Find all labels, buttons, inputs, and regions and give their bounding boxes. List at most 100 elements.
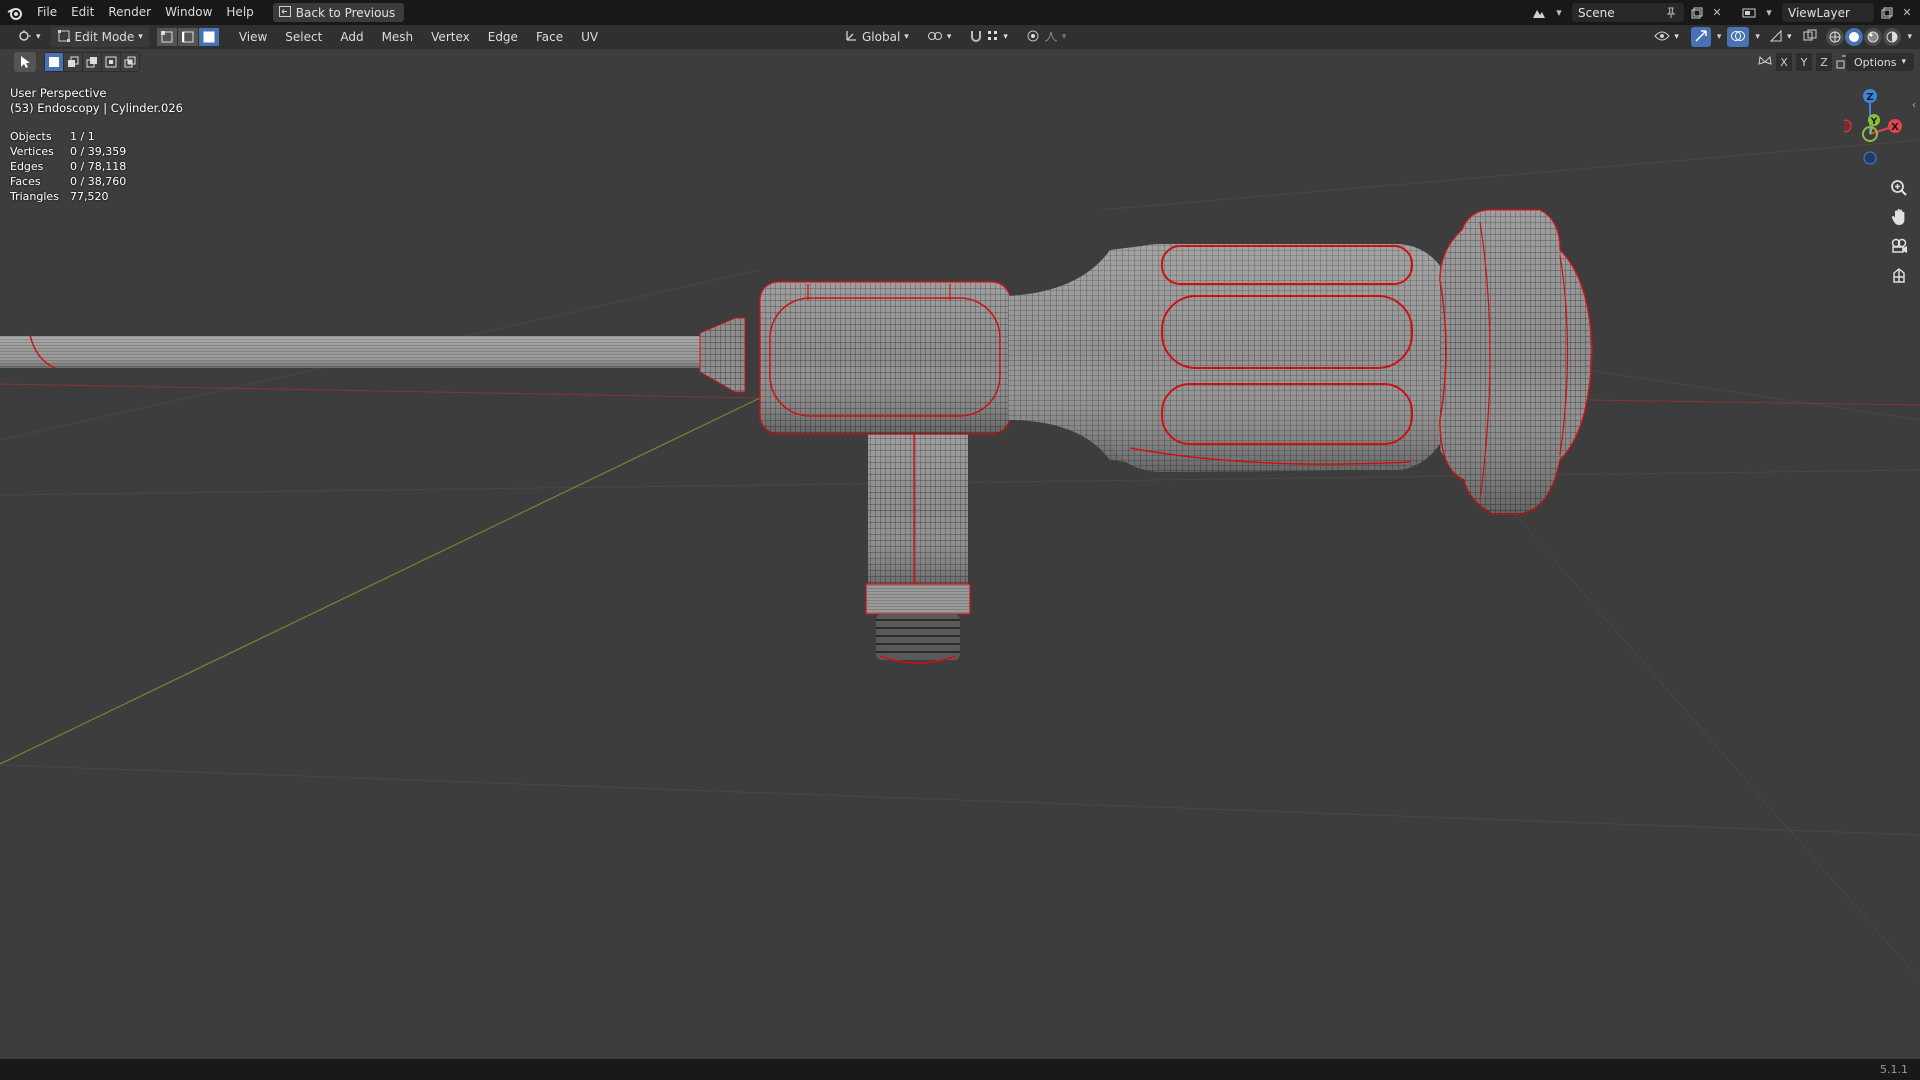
back-screen-icon	[278, 5, 291, 20]
camera-view-icon[interactable]	[1887, 234, 1911, 258]
snap-grid-icon	[987, 30, 999, 45]
gizmo-z-label: Z	[1866, 92, 1873, 103]
mode-dropdown[interactable]: Edit Mode ▾	[50, 27, 149, 47]
chevron-down-icon: ▾	[1674, 32, 1679, 42]
endoscope-port	[865, 430, 971, 664]
menu-edit[interactable]: Edit	[64, 0, 101, 25]
chevron-down-icon[interactable]: ▾	[1552, 6, 1566, 20]
endoscope-shaft	[0, 317, 746, 393]
chevron-down-icon: ▾	[946, 32, 952, 42]
close-icon[interactable]: ✕	[1900, 6, 1914, 20]
falloff-curve-icon	[1044, 30, 1058, 45]
endoscope-eyepiece	[1439, 209, 1593, 515]
chevron-down-icon: ▾	[1003, 32, 1008, 42]
face-select-icon[interactable]	[198, 28, 219, 46]
status-bar: 5.1.1	[0, 1059, 1920, 1080]
menu-help[interactable]: Help	[219, 0, 260, 25]
menu-view[interactable]: View	[230, 30, 276, 44]
snap-toggle[interactable]: ▾	[963, 27, 1014, 47]
transform-orientation-dropdown[interactable]: Global ▾	[838, 27, 915, 47]
orientation-label: Global	[862, 30, 901, 44]
menu-face[interactable]: Face	[527, 30, 572, 44]
pivot-point-dropdown[interactable]: ▾	[921, 27, 958, 47]
gizmo-x-label: X	[1891, 122, 1899, 133]
zoom-icon[interactable]	[1887, 176, 1911, 200]
shading-modes	[1826, 28, 1902, 46]
gizmo-neg-x-axis[interactable]	[1844, 119, 1852, 133]
xray-toggle[interactable]	[1800, 27, 1820, 47]
viewport-text-overlay: User Perspective (53) Endoscopy | Cylind…	[10, 86, 183, 203]
chevron-down-icon[interactable]: ▾	[1762, 6, 1776, 20]
eye-icon	[1654, 30, 1671, 45]
vertex-select-icon[interactable]	[156, 28, 177, 46]
menu-uv[interactable]: UV	[572, 30, 607, 44]
chevron-down-icon[interactable]: ▾	[1755, 32, 1760, 42]
active-object-label: (53) Endoscopy | Cylinder.026	[10, 101, 183, 115]
ortho-grid-icon[interactable]	[1887, 264, 1911, 288]
3d-viewport[interactable]	[0, 49, 1920, 1059]
chevron-down-icon: ▾	[904, 32, 909, 42]
viewport-right-tools: ▾ ▾ ▾ ▾ ▾	[1648, 27, 1912, 47]
mesh-statistics: Objects 1 / 1 Vertices 0 / 39,359 Edges …	[10, 130, 183, 203]
gizmo-arrow-icon	[1694, 29, 1708, 46]
chevron-down-icon[interactable]: ▾	[1907, 32, 1912, 42]
overlay-circles-icon	[1730, 29, 1746, 46]
view-layer-selector[interactable]: ViewLayer	[1782, 3, 1874, 22]
topbar-right: ▾ Scene ✕ ▾ ViewLayer ✕	[1532, 0, 1914, 25]
menu-vertex[interactable]: Vertex	[422, 30, 479, 44]
gizmo-y-label: Y	[1870, 117, 1878, 127]
view-layer-icon[interactable]	[1742, 6, 1756, 20]
back-to-previous-button[interactable]: Back to Previous	[272, 3, 405, 22]
solid-shading-icon[interactable]	[1845, 28, 1864, 46]
chevron-down-icon: ▾	[1061, 32, 1067, 42]
editor-type-dropdown[interactable]: ▾	[10, 27, 47, 47]
chevron-down-icon[interactable]: ▾	[1717, 32, 1722, 42]
stat-value: 1 / 1	[70, 130, 95, 143]
mesh-overlay-icon	[1769, 29, 1783, 46]
pan-hand-icon[interactable]	[1887, 205, 1911, 229]
menu-window[interactable]: Window	[158, 0, 219, 25]
magnet-icon	[969, 29, 983, 46]
new-view-layer-icon[interactable]	[1880, 6, 1894, 20]
wireframe-shading-icon[interactable]	[1826, 28, 1845, 46]
blender-logo-icon[interactable]	[0, 0, 30, 25]
menu-render[interactable]: Render	[101, 0, 158, 25]
top-bar: File Edit Render Window Help Back to Pre…	[0, 0, 1920, 25]
stat-value: 0 / 38,760	[70, 175, 127, 188]
overlays-toggle[interactable]	[1727, 27, 1750, 47]
chevron-down-icon: ▾	[1786, 32, 1792, 42]
menu-edge[interactable]: Edge	[479, 30, 527, 44]
sidebar-toggle-icon[interactable]: ‹	[1912, 100, 1920, 116]
stat-label: Edges	[10, 160, 44, 173]
close-icon[interactable]: ✕	[1710, 6, 1724, 20]
new-scene-icon[interactable]	[1690, 6, 1704, 20]
mesh-edit-overlays-toggle[interactable]: ▾	[1766, 27, 1795, 47]
menu-file[interactable]: File	[30, 0, 64, 25]
visibility-dropdown[interactable]: ▾	[1648, 27, 1685, 47]
view-layer-name: ViewLayer	[1788, 5, 1850, 20]
edit-mode-icon	[57, 29, 71, 46]
gizmo-toggle[interactable]	[1690, 27, 1711, 47]
stat-value: 77,520	[70, 190, 109, 203]
select-mode-toggle	[156, 28, 220, 46]
navigation-gizmo[interactable]: Z X Y	[1844, 86, 1904, 166]
scene-icon[interactable]	[1532, 6, 1546, 20]
rendered-shading-icon[interactable]	[1883, 28, 1902, 46]
stat-label: Objects	[10, 130, 52, 143]
menu-select[interactable]: Select	[276, 30, 331, 44]
stat-label: Vertices	[10, 145, 54, 158]
scene-name: Scene	[1578, 5, 1615, 20]
pin-icon[interactable]	[1664, 6, 1678, 20]
orientation-axes-icon	[844, 29, 858, 46]
gizmo-neg-z-axis[interactable]	[1863, 151, 1877, 165]
scene-selector[interactable]: Scene	[1572, 3, 1684, 22]
proportional-editing-toggle[interactable]: ▾	[1020, 27, 1073, 47]
menu-mesh[interactable]: Mesh	[373, 30, 423, 44]
edge-select-icon[interactable]	[177, 28, 198, 46]
material-shading-icon[interactable]	[1864, 28, 1883, 46]
stat-label: Triangles	[10, 190, 59, 203]
endoscope-handle	[1110, 244, 1460, 472]
proportional-icon	[1026, 29, 1040, 46]
mode-label: Edit Mode	[74, 30, 135, 44]
menu-add[interactable]: Add	[331, 30, 372, 44]
